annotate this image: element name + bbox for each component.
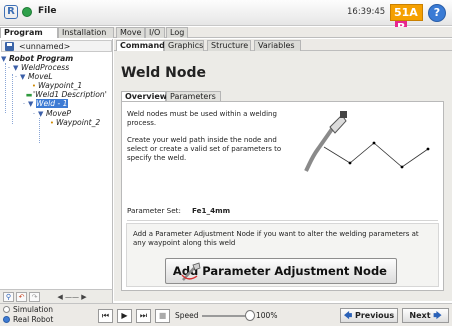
- tab-io[interactable]: I/O: [145, 27, 165, 38]
- redo-button[interactable]: ↷: [29, 292, 40, 302]
- command-tabs: Command Graphics Structure Variables: [114, 39, 452, 51]
- page-title: Weld Node: [121, 65, 206, 81]
- app-logo-icon: R: [4, 5, 18, 19]
- speed-slider[interactable]: [202, 315, 250, 317]
- redo-icon: ↷: [31, 293, 38, 301]
- tree-guide-line: [39, 118, 40, 143]
- arrow-left-icon: 🡄: [343, 311, 353, 320]
- play-button[interactable]: ▶: [117, 309, 132, 323]
- program-tree: <unnamed> ▼ Robot Program · ▼ WeldProcess ·…: [0, 39, 113, 289]
- program-name: <unnamed>: [19, 42, 71, 51]
- move-node-arrows[interactable]: ◀ —— ▶: [47, 292, 97, 302]
- welding-torch-icon: [304, 111, 347, 172]
- tab-log[interactable]: Log: [166, 27, 188, 38]
- node-dot-icon: ·: [22, 100, 26, 108]
- adjustment-section: Add a Parameter Adjustment Node if you w…: [126, 223, 439, 287]
- simulation-radio[interactable]: Simulation: [3, 305, 53, 315]
- weld-waypoint: [400, 165, 404, 169]
- previous-button[interactable]: 🡄 Previous: [340, 308, 398, 323]
- weld-path-illustration: [304, 111, 430, 172]
- real-robot-radio-icon[interactable]: [3, 316, 10, 323]
- weld-waypoint: [372, 141, 376, 145]
- next-button[interactable]: Next 🡆: [402, 308, 449, 323]
- node-dot-icon: ·: [32, 110, 36, 118]
- command-content: Weld Node Overview Parameters Weld nodes…: [114, 51, 452, 301]
- bottom-bar: Simulation Real Robot ⏮ ▶ ⏭ ■ Speed 100%…: [0, 303, 452, 326]
- adjustment-help-text: Add a Parameter Adjustment Node if you w…: [133, 230, 419, 247]
- tab-move[interactable]: Move: [116, 27, 145, 38]
- step-button[interactable]: ⏭: [136, 309, 151, 323]
- node-dot-icon: ·: [14, 73, 18, 81]
- parameter-set-label: Parameter Set:: [127, 206, 181, 215]
- speed-label: Speed: [175, 311, 199, 320]
- badge-main-text: 51A: [394, 6, 418, 19]
- speed-value: 100%: [256, 311, 278, 320]
- tab-structure[interactable]: Structure: [207, 40, 251, 51]
- add-parameter-adjustment-button[interactable]: Add Parameter Adjustment Node: [165, 258, 397, 284]
- undo-icon: ↶: [18, 293, 25, 301]
- search-icon: ⚲: [5, 293, 12, 301]
- move-left-icon[interactable]: ◀: [57, 293, 62, 301]
- status-badge[interactable]: 51AB: [390, 4, 423, 34]
- collapse-triangle-icon[interactable]: ▼: [28, 99, 36, 109]
- search-button[interactable]: ⚲: [3, 292, 14, 302]
- skip-back-button[interactable]: ⏮: [98, 309, 113, 323]
- simulation-radio-icon[interactable]: [3, 306, 10, 313]
- speed-slider-handle[interactable]: [245, 310, 255, 321]
- intro-paragraph-1: Weld nodes must be used within a welding…: [127, 110, 277, 127]
- collapse-triangle-icon[interactable]: ▼: [20, 72, 28, 82]
- add-parameter-adjustment-label: Add Parameter Adjustment Node: [172, 264, 387, 278]
- stop-button[interactable]: ■: [155, 309, 170, 323]
- undo-button[interactable]: ↶: [16, 292, 27, 302]
- main-tabs: Program Installation Move I/O Log: [0, 27, 452, 38]
- program-header: <unnamed>: [1, 40, 112, 52]
- intro-text: Weld nodes must be used within a welding…: [127, 110, 297, 171]
- tab-command[interactable]: Command: [116, 40, 165, 51]
- divider: [127, 220, 438, 221]
- intro-paragraph-2: Create your weld path inside the node an…: [127, 136, 282, 162]
- file-menu[interactable]: File: [38, 6, 56, 16]
- arrow-right-icon: 🡆: [433, 311, 442, 320]
- selected-node-label: Weld - 1: [36, 99, 68, 108]
- tree-item-waypoint-2[interactable]: • Waypoint_2: [48, 118, 100, 129]
- tab-graphics[interactable]: Graphics: [164, 40, 204, 51]
- parameter-set-value: Fe1_4mm: [192, 206, 231, 215]
- tree-toolbar: ⚲ ↶ ↷ ◀ —— ▶: [0, 289, 113, 303]
- tab-program[interactable]: Program: [0, 27, 58, 38]
- tab-variables[interactable]: Variables: [254, 40, 301, 51]
- save-icon[interactable]: [5, 42, 14, 51]
- overview-panel: Weld nodes must be used within a welding…: [121, 101, 444, 291]
- weld-waypoint: [426, 147, 430, 151]
- waypoint-icon: •: [49, 119, 55, 127]
- collapse-triangle-icon[interactable]: ▼: [38, 109, 46, 119]
- real-robot-radio[interactable]: Real Robot: [3, 315, 53, 325]
- torch-icon: [181, 262, 201, 281]
- move-right-icon[interactable]: ▶: [81, 293, 86, 301]
- title-bar: R File 16:39:45 51AB ?: [0, 0, 452, 34]
- weld-path-line: [323, 142, 429, 168]
- weld-waypoint: [348, 161, 352, 165]
- tab-installation[interactable]: Installation: [58, 27, 114, 38]
- help-button[interactable]: ?: [428, 4, 446, 22]
- clock: 16:39:45: [347, 7, 386, 17]
- run-status-icon: [22, 7, 32, 17]
